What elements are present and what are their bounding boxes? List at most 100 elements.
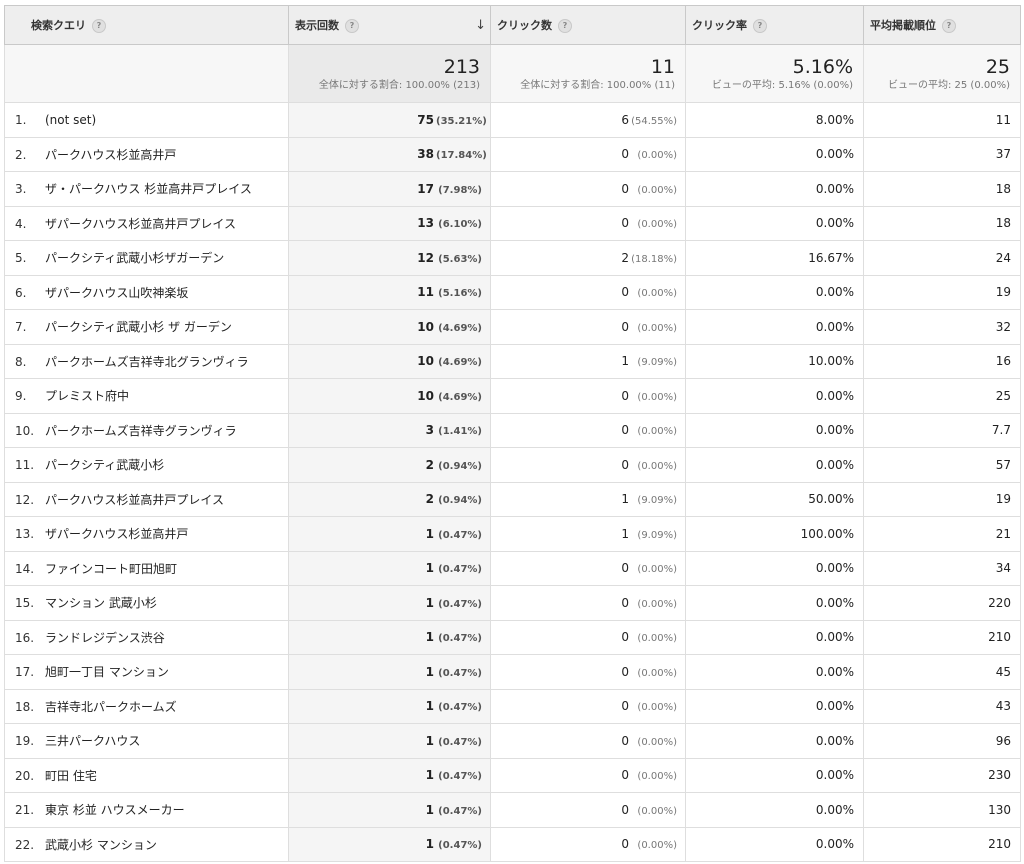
table-row: 22. 武蔵小杉 マンション 1 (0.47%) 0 (0.00%) 0.00% 210 — [4, 826, 1021, 862]
impressions-percent: (1.41%) — [438, 426, 482, 438]
query-text[interactable]: パークホームズ吉祥寺グランヴィラ — [45, 424, 237, 438]
column-header-query[interactable]: 検索クエリ? — [4, 5, 289, 45]
totals-row: 213 全体に対する割合: 100.00% (213) 11 全体に対する割合:… — [4, 44, 1021, 103]
column-header-impressions[interactable]: 表示回数? ↓ — [288, 5, 491, 45]
column-header-label: 検索クエリ — [31, 19, 86, 32]
impressions-value: 10 — [417, 319, 434, 334]
clicks-percent: (0.00%) — [637, 460, 677, 472]
query-text[interactable]: ファインコート町田旭町 — [45, 562, 177, 576]
sort-descending-icon[interactable]: ↓ — [475, 18, 486, 33]
query-text[interactable]: ランドレジデンス渋谷 — [45, 631, 165, 645]
table-row: 17. 旭町一丁目 マンション 1 (0.47%) 0 (0.00%) 0.00% 45 — [4, 654, 1021, 690]
column-header-position[interactable]: 平均掲載順位? — [863, 5, 1021, 45]
query-text[interactable]: 三井パークハウス — [45, 734, 140, 748]
impressions-cell: 75 (35.21%) — [288, 102, 491, 138]
clicks-value: 0 — [621, 664, 629, 679]
help-icon[interactable]: ? — [92, 19, 106, 33]
impressions-cell: 2 (0.94%) — [288, 447, 491, 483]
query-text[interactable]: マンション 武蔵小杉 — [45, 596, 157, 610]
ctr-cell: 50.00% — [685, 481, 864, 517]
ctr-cell: 0.00% — [685, 688, 864, 724]
impressions-value: 1 — [425, 630, 434, 645]
row-number: 1. — [15, 112, 27, 127]
clicks-percent: (0.00%) — [637, 288, 677, 300]
impressions-cell: 38 (17.84%) — [288, 136, 491, 172]
help-icon[interactable]: ? — [345, 19, 359, 33]
query-cell: 1. (not set) — [4, 102, 289, 138]
row-number: 10. — [15, 423, 35, 438]
help-icon[interactable]: ? — [942, 19, 956, 33]
position-cell: 24 — [863, 240, 1021, 276]
column-header-clicks[interactable]: クリック数? — [490, 5, 686, 45]
query-text[interactable]: パークハウス杉並高井戸プレイス — [45, 493, 224, 507]
table-row: 21. 東京 杉並 ハウスメーカー 1 (0.47%) 0 (0.00%) 0.00% 130 — [4, 792, 1021, 828]
impressions-percent: (4.69%) — [438, 391, 482, 403]
query-text[interactable]: パークシティ武蔵小杉 — [45, 458, 164, 472]
ctr-cell: 10.00% — [685, 343, 864, 379]
impressions-cell: 2 (0.94%) — [288, 481, 491, 517]
query-text[interactable]: 旭町一丁目 マンション — [45, 665, 169, 679]
query-text[interactable]: ザパークハウス杉並高井戸 — [45, 527, 188, 541]
query-text[interactable]: 吉祥寺北パークホームズ — [45, 700, 177, 714]
clicks-value: 1 — [621, 492, 629, 507]
table-row: 10. パークホームズ吉祥寺グランヴィラ 3 (1.41%) 0 (0.00%) 0.00%… — [4, 412, 1021, 448]
clicks-cell: 0 (0.00%) — [490, 447, 686, 483]
clicks-value: 0 — [621, 457, 629, 472]
clicks-cell: 1 (9.09%) — [490, 516, 686, 552]
position-cell: 57 — [863, 447, 1021, 483]
query-text[interactable]: 東京 杉並 ハウスメーカー — [45, 803, 185, 817]
ctr-cell: 100.00% — [685, 516, 864, 552]
impressions-percent: (0.47%) — [438, 564, 482, 576]
query-text[interactable]: ザパークハウス杉並高井戸プレイス — [45, 217, 236, 231]
impressions-percent: (0.94%) — [438, 495, 482, 507]
clicks-cell: 0 (0.00%) — [490, 274, 686, 310]
totals-value: 213 — [443, 55, 480, 78]
query-cell: 20. 町田 住宅 — [4, 757, 289, 793]
ctr-cell: 0.00% — [685, 619, 864, 655]
query-text[interactable]: ザパークハウス山吹神楽坂 — [45, 286, 188, 300]
impressions-percent: (0.94%) — [438, 460, 482, 472]
help-icon[interactable]: ? — [753, 19, 767, 33]
impressions-cell: 1 (0.47%) — [288, 826, 491, 862]
impressions-value: 2 — [425, 457, 434, 472]
ctr-cell: 16.67% — [685, 240, 864, 276]
column-header-label: 表示回数 — [295, 19, 339, 32]
impressions-value: 17 — [417, 181, 434, 196]
clicks-cell: 6 (54.55%) — [490, 102, 686, 138]
clicks-value: 1 — [621, 354, 629, 369]
impressions-cell: 1 (0.47%) — [288, 757, 491, 793]
ctr-cell: 8.00% — [685, 102, 864, 138]
query-cell: 14. ファインコート町田旭町 — [4, 550, 289, 586]
ctr-cell: 0.00% — [685, 412, 864, 448]
query-text[interactable]: パークシティ武蔵小杉 ザ ガーデン — [45, 320, 232, 334]
impressions-cell: 10 (4.69%) — [288, 309, 491, 345]
row-number: 18. — [15, 699, 35, 714]
clicks-cell: 0 (0.00%) — [490, 205, 686, 241]
position-cell: 210 — [863, 826, 1021, 862]
clicks-value: 2 — [621, 250, 629, 265]
query-text[interactable]: (not set) — [45, 113, 96, 127]
column-header-ctr[interactable]: クリック率? — [685, 5, 864, 45]
query-text[interactable]: パークホームズ吉祥寺北グランヴィラ — [45, 355, 249, 369]
help-icon[interactable]: ? — [558, 19, 572, 33]
row-number: 21. — [15, 803, 35, 818]
query-text[interactable]: 武蔵小杉 マンション — [45, 838, 157, 852]
query-text[interactable]: 町田 住宅 — [45, 769, 97, 783]
impressions-value: 1 — [425, 768, 434, 783]
position-cell: 96 — [863, 723, 1021, 759]
impressions-cell: 1 (0.47%) — [288, 792, 491, 828]
query-text[interactable]: プレミスト府中 — [45, 389, 129, 403]
row-number: 13. — [15, 527, 35, 542]
clicks-percent: (18.18%) — [631, 253, 677, 265]
impressions-percent: (17.84%) — [436, 150, 487, 162]
position-cell: 18 — [863, 171, 1021, 207]
table-row: 4. ザパークハウス杉並高井戸プレイス 13 (6.10%) 0 (0.00%) 0.00%… — [4, 205, 1021, 241]
query-cell: 15. マンション 武蔵小杉 — [4, 585, 289, 621]
query-text[interactable]: パークシティ武蔵小杉ザガーデン — [45, 251, 224, 265]
query-text[interactable]: ザ・パークハウス 杉並高井戸プレイス — [45, 182, 252, 196]
clicks-percent: (0.00%) — [637, 150, 677, 162]
impressions-value: 1 — [425, 664, 434, 679]
query-text[interactable]: パークハウス杉並高井戸 — [45, 148, 176, 162]
impressions-cell: 1 (0.47%) — [288, 585, 491, 621]
clicks-percent: (0.00%) — [637, 805, 677, 817]
